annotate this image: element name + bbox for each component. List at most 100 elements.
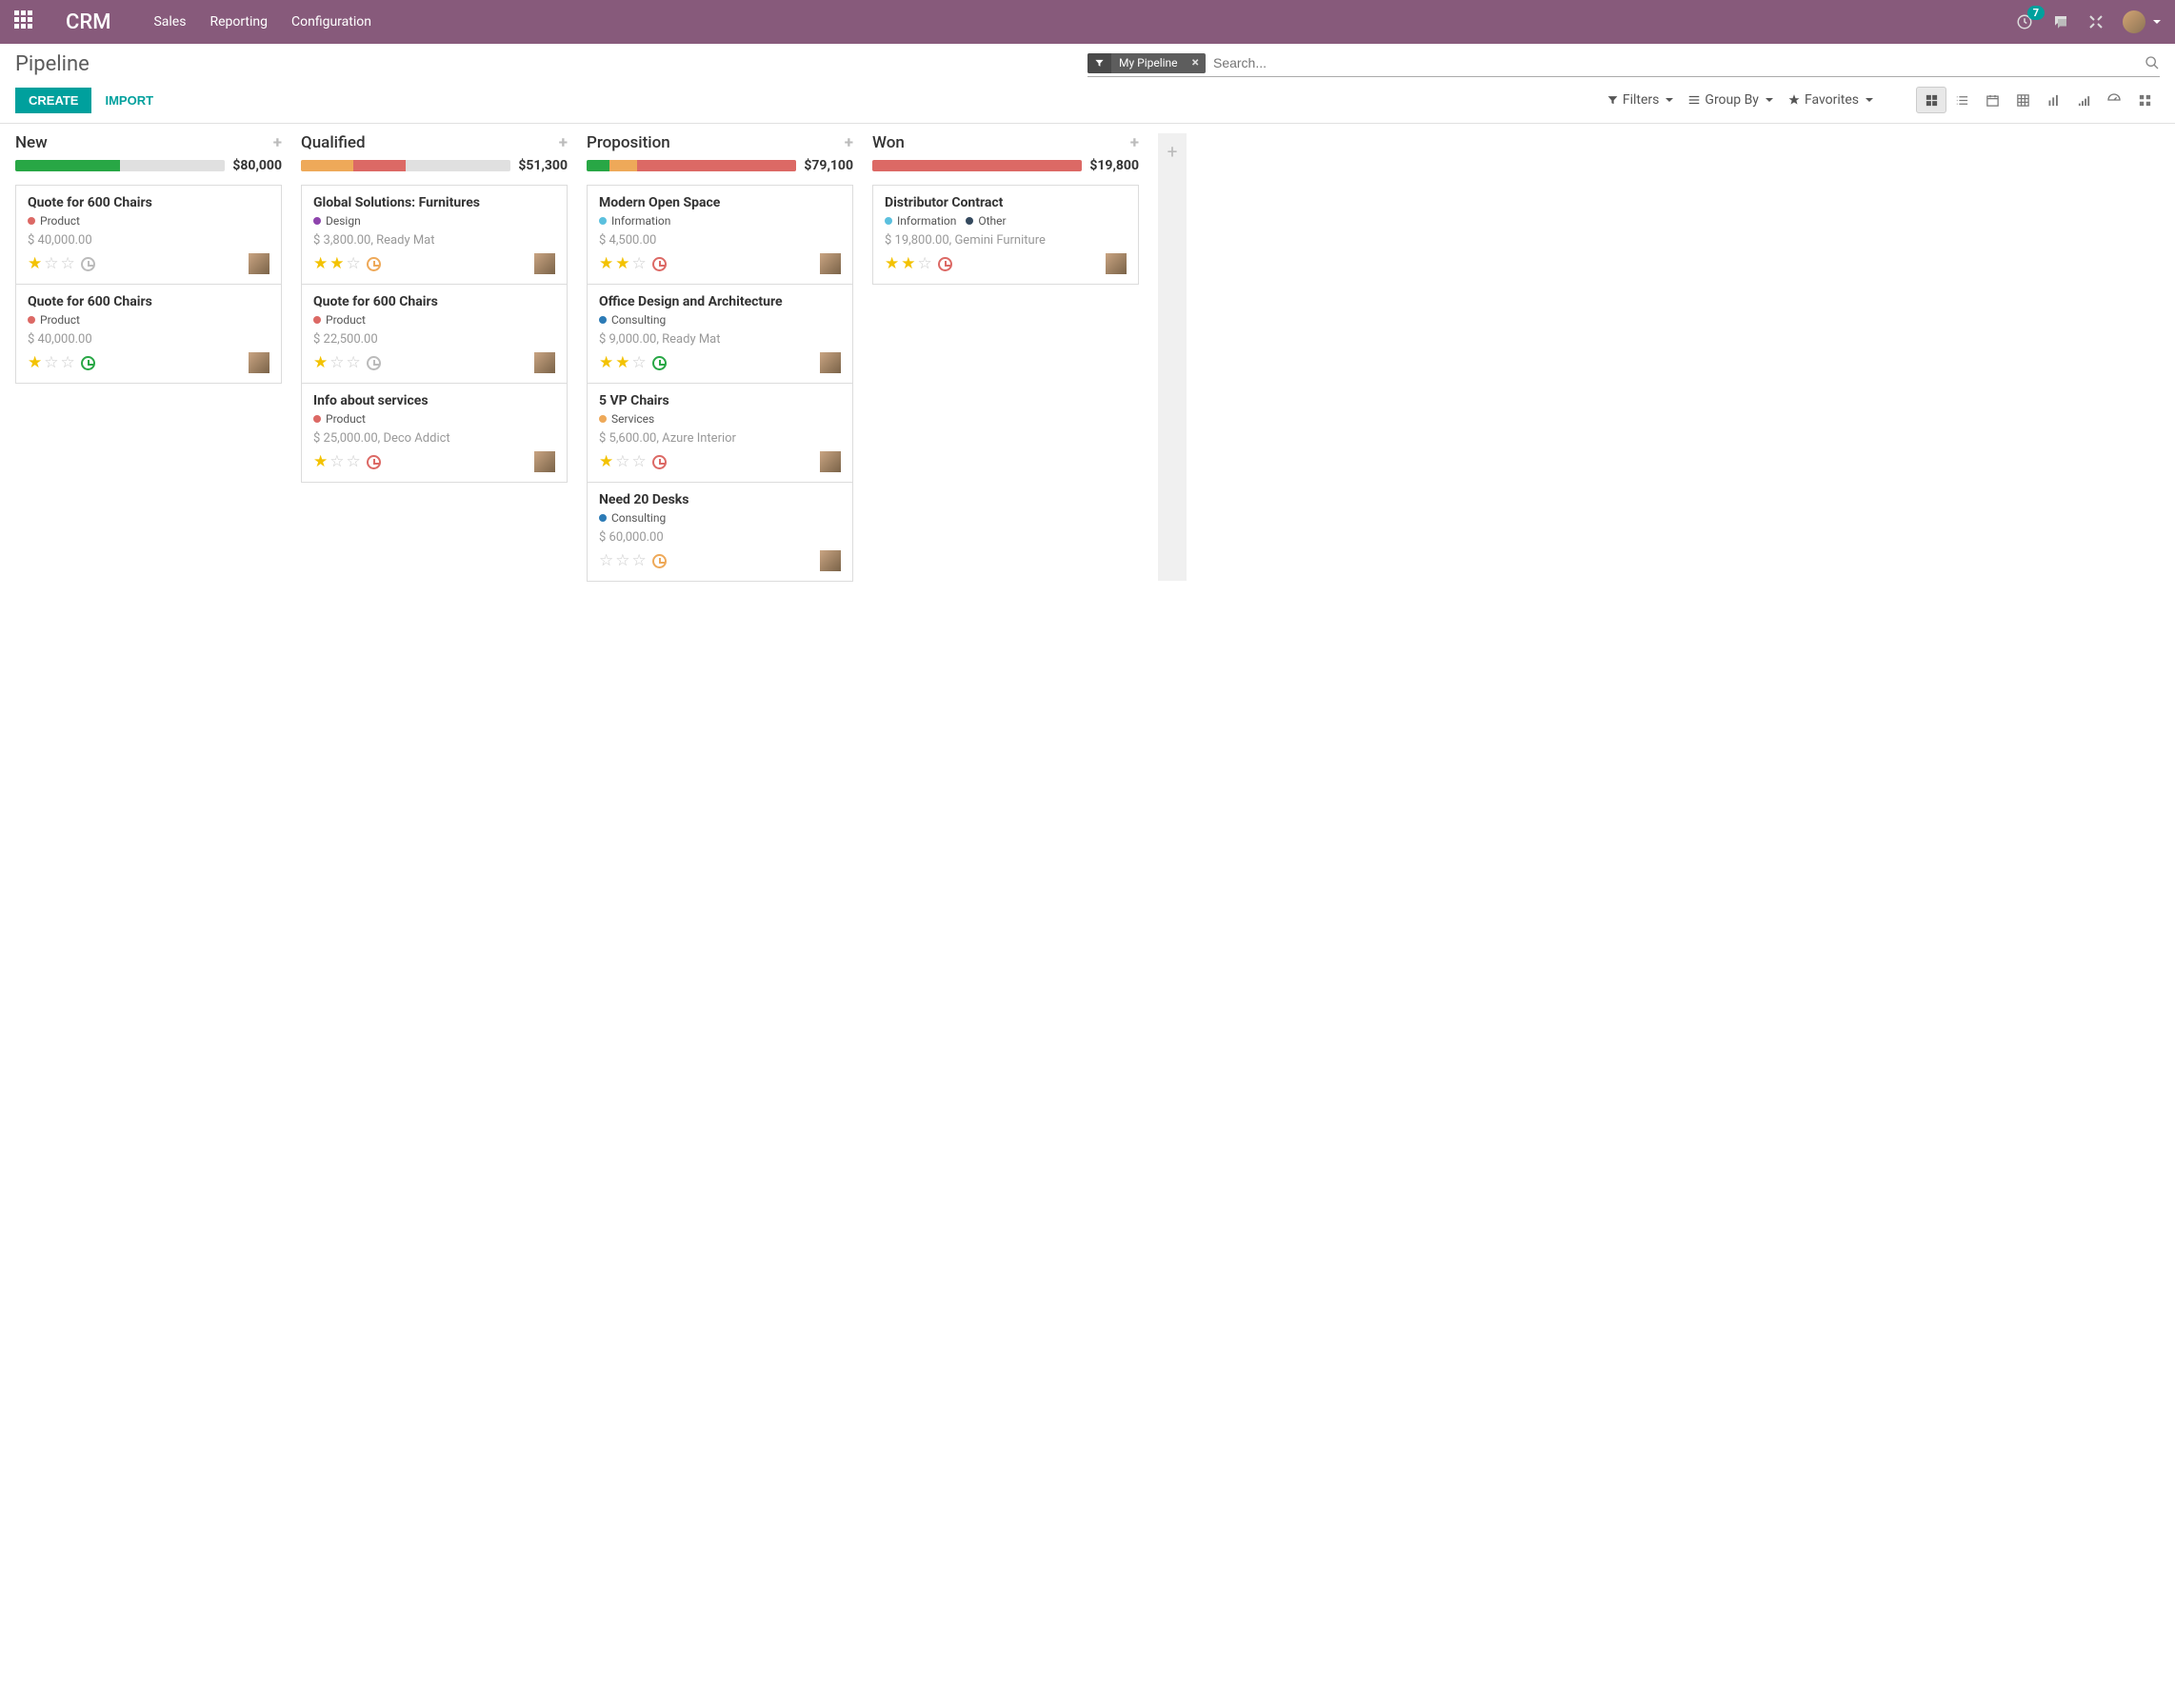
assignee-avatar[interactable] — [1106, 253, 1127, 274]
assignee-avatar[interactable] — [249, 352, 269, 373]
activity-clock-icon[interactable] — [81, 356, 95, 370]
kanban-view-icon[interactable] — [1916, 87, 1946, 113]
kanban-card[interactable]: Quote for 600 ChairsProduct$ 40,000.00★☆… — [15, 185, 282, 285]
star-icon[interactable]: ☆ — [632, 551, 647, 570]
kanban-card[interactable]: Modern Open SpaceInformation$ 4,500.00★★… — [587, 185, 853, 285]
activity-view-icon[interactable] — [2129, 87, 2160, 113]
nav-configuration[interactable]: Configuration — [291, 14, 371, 30]
filters-dropdown[interactable]: Filters — [1606, 87, 1674, 113]
activity-clock-icon[interactable] — [367, 356, 381, 370]
star-icon[interactable]: ★ — [615, 353, 629, 372]
app-brand[interactable]: CRM — [66, 10, 110, 34]
activity-clock-icon[interactable] — [367, 455, 381, 469]
priority-stars[interactable]: ★☆☆ — [313, 452, 361, 471]
facet-remove-icon[interactable]: × — [1186, 55, 1206, 70]
kanban-card[interactable]: Distributor ContractInformationOther$ 19… — [872, 185, 1139, 285]
assignee-avatar[interactable] — [820, 550, 841, 571]
priority-stars[interactable]: ★☆☆ — [313, 353, 361, 372]
debug-icon[interactable] — [2088, 14, 2104, 30]
column-progress-bar[interactable] — [872, 160, 1082, 171]
kanban-card[interactable]: Office Design and ArchitectureConsulting… — [587, 284, 853, 384]
priority-stars[interactable]: ★★☆ — [885, 254, 932, 273]
kanban-card[interactable]: Info about servicesProduct$ 25,000.00, D… — [301, 383, 568, 483]
star-icon[interactable]: ☆ — [44, 353, 58, 372]
dashboard-view-icon[interactable] — [2099, 87, 2129, 113]
star-icon[interactable]: ☆ — [329, 353, 344, 372]
priority-stars[interactable]: ★★☆ — [313, 254, 361, 273]
activity-clock-icon[interactable] — [652, 554, 667, 568]
column-add-icon[interactable]: + — [273, 133, 282, 152]
star-icon[interactable]: ★ — [28, 254, 42, 273]
favorites-dropdown[interactable]: Favorites — [1787, 87, 1873, 113]
activity-clock-icon[interactable] — [652, 455, 667, 469]
assignee-avatar[interactable] — [820, 451, 841, 472]
star-icon[interactable]: ★ — [599, 452, 613, 471]
nav-sales[interactable]: Sales — [153, 14, 186, 30]
activities-icon[interactable]: 7 — [2016, 13, 2033, 30]
column-add-icon[interactable]: + — [845, 133, 853, 152]
priority-stars[interactable]: ☆☆☆ — [599, 551, 647, 570]
assignee-avatar[interactable] — [249, 253, 269, 274]
priority-stars[interactable]: ★☆☆ — [28, 254, 75, 273]
star-icon[interactable]: ★ — [885, 254, 899, 273]
column-add-icon[interactable]: + — [1130, 133, 1139, 152]
star-icon[interactable]: ☆ — [599, 551, 613, 570]
star-icon[interactable]: ★ — [599, 353, 613, 372]
star-icon[interactable]: ☆ — [347, 452, 361, 471]
star-icon[interactable]: ☆ — [918, 254, 932, 273]
star-icon[interactable]: ☆ — [632, 353, 647, 372]
star-icon[interactable]: ★ — [599, 254, 613, 273]
star-icon[interactable]: ★ — [313, 353, 328, 372]
star-icon[interactable]: ☆ — [347, 353, 361, 372]
kanban-card[interactable]: Quote for 600 ChairsProduct$ 40,000.00★☆… — [15, 284, 282, 384]
assignee-avatar[interactable] — [820, 352, 841, 373]
star-icon[interactable]: ☆ — [61, 254, 75, 273]
import-button[interactable]: IMPORT — [91, 88, 167, 113]
user-menu[interactable] — [2123, 10, 2161, 33]
kanban-card[interactable]: Quote for 600 ChairsProduct$ 22,500.00★☆… — [301, 284, 568, 384]
assignee-avatar[interactable] — [534, 451, 555, 472]
star-icon[interactable]: ★ — [28, 353, 42, 372]
cohort-view-icon[interactable] — [2068, 87, 2099, 113]
activity-clock-icon[interactable] — [652, 356, 667, 370]
star-icon[interactable]: ☆ — [615, 452, 629, 471]
list-view-icon[interactable] — [1946, 87, 1977, 113]
pivot-view-icon[interactable] — [2007, 87, 2038, 113]
star-icon[interactable]: ★ — [329, 254, 344, 273]
column-progress-bar[interactable] — [15, 160, 225, 171]
priority-stars[interactable]: ★☆☆ — [599, 452, 647, 471]
assignee-avatar[interactable] — [820, 253, 841, 274]
star-icon[interactable]: ★ — [615, 254, 629, 273]
activity-clock-icon[interactable] — [938, 257, 952, 271]
graph-view-icon[interactable] — [2038, 87, 2068, 113]
priority-stars[interactable]: ★★☆ — [599, 353, 647, 372]
activity-clock-icon[interactable] — [81, 257, 95, 271]
column-progress-bar[interactable] — [301, 160, 510, 171]
apps-menu-icon[interactable] — [14, 10, 37, 33]
add-column-button[interactable]: + — [1158, 133, 1187, 581]
search-icon[interactable] — [2145, 55, 2160, 70]
column-add-icon[interactable]: + — [559, 133, 568, 152]
messaging-icon[interactable] — [2052, 13, 2069, 30]
star-icon[interactable]: ☆ — [632, 254, 647, 273]
priority-stars[interactable]: ★★☆ — [599, 254, 647, 273]
assignee-avatar[interactable] — [534, 352, 555, 373]
kanban-card[interactable]: 5 VP ChairsServices$ 5,600.00, Azure Int… — [587, 383, 853, 483]
star-icon[interactable]: ★ — [313, 254, 328, 273]
activity-clock-icon[interactable] — [652, 257, 667, 271]
column-progress-bar[interactable] — [587, 160, 796, 171]
groupby-dropdown[interactable]: Group By — [1687, 87, 1773, 113]
kanban-card[interactable]: Need 20 DesksConsulting$ 60,000.00☆☆☆ — [587, 482, 853, 582]
star-icon[interactable]: ☆ — [632, 452, 647, 471]
search-bar[interactable]: My Pipeline × — [1088, 51, 2160, 77]
star-icon[interactable]: ★ — [901, 254, 915, 273]
nav-reporting[interactable]: Reporting — [210, 14, 268, 30]
search-input[interactable] — [1206, 51, 2145, 74]
star-icon[interactable]: ☆ — [347, 254, 361, 273]
star-icon[interactable]: ☆ — [44, 254, 58, 273]
create-button[interactable]: CREATE — [15, 88, 91, 113]
activity-clock-icon[interactable] — [367, 257, 381, 271]
kanban-card[interactable]: Global Solutions: FurnituresDesign$ 3,80… — [301, 185, 568, 285]
calendar-view-icon[interactable] — [1977, 87, 2007, 113]
priority-stars[interactable]: ★☆☆ — [28, 353, 75, 372]
